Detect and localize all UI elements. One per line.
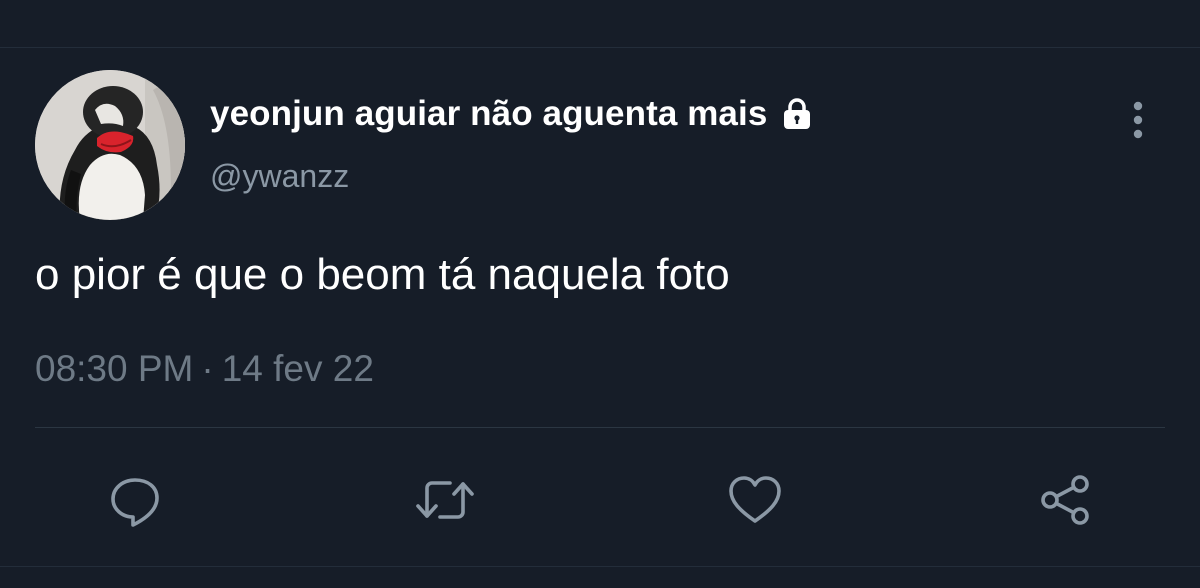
heart-icon [727, 474, 783, 526]
timestamp-separator: · [201, 348, 214, 389]
actions-divider [35, 427, 1165, 428]
retweet-button[interactable] [415, 470, 475, 530]
share-button[interactable] [1035, 470, 1095, 530]
share-icon [1037, 472, 1093, 528]
tweet-text: o pior é que o beom tá naquela foto [35, 250, 730, 299]
display-name-row: yeonjun aguiar não aguenta mais [210, 92, 811, 136]
tweet-date: 14 fev 22 [221, 348, 374, 389]
reply-icon [107, 472, 163, 528]
retweet-icon [414, 472, 476, 528]
bottom-divider [0, 566, 1200, 567]
reply-button[interactable] [105, 470, 165, 530]
avatar[interactable] [35, 70, 185, 220]
lock-icon [783, 98, 811, 130]
more-vertical-icon[interactable] [1124, 98, 1152, 142]
user-handle[interactable]: @ywanzz [210, 158, 349, 195]
top-divider [0, 47, 1200, 48]
tweet-timestamp[interactable]: 08:30 PM · 14 fev 22 [35, 348, 374, 390]
display-name[interactable]: yeonjun aguiar não aguenta mais [210, 94, 767, 134]
tweet-time: 08:30 PM [35, 348, 194, 389]
like-button[interactable] [725, 470, 785, 530]
penguin-avatar-image [35, 70, 185, 220]
